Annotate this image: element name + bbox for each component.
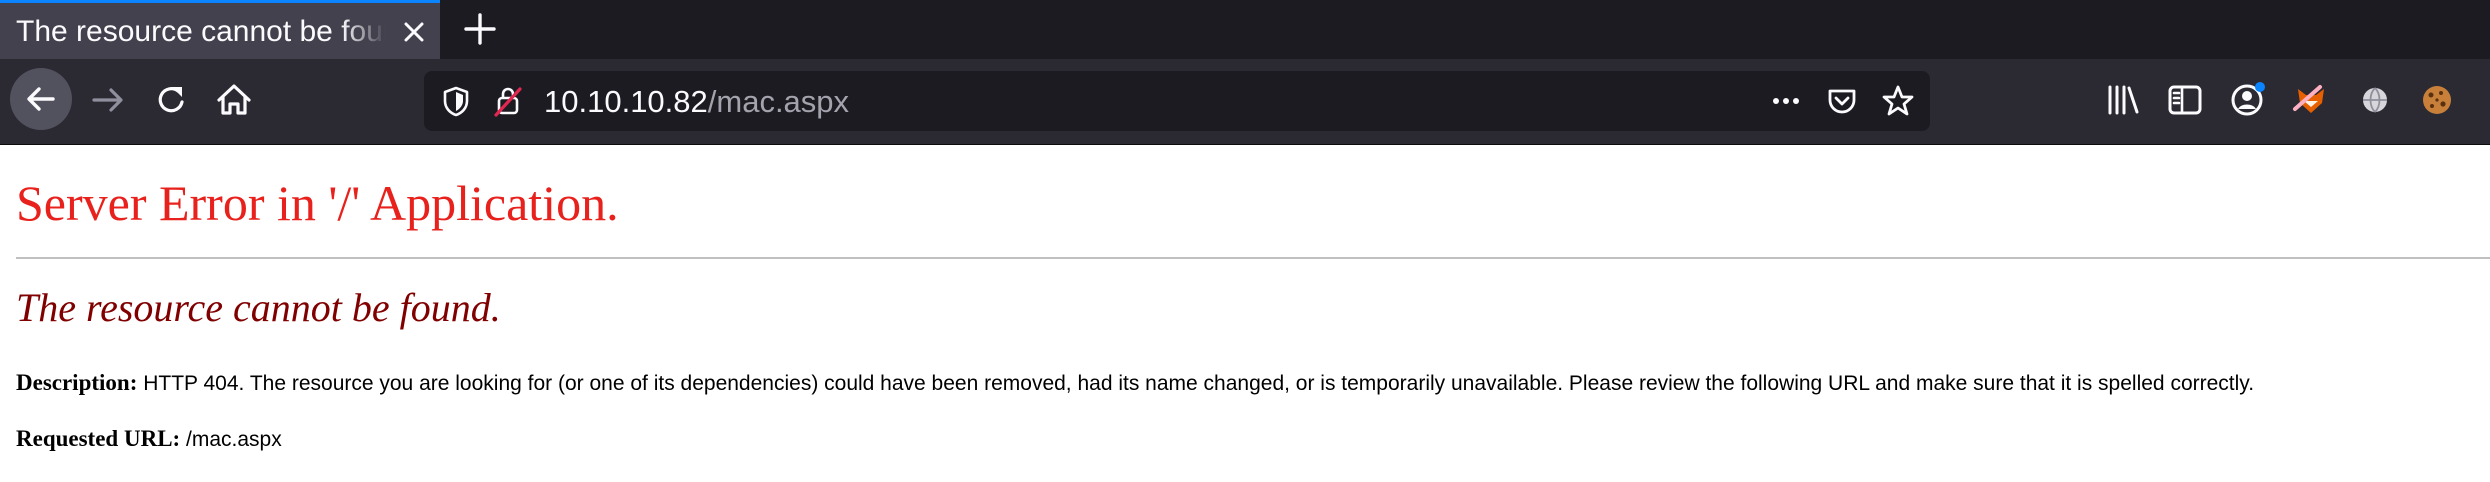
description-text: HTTP 404. The resource you are looking f… — [137, 372, 2255, 395]
tab-title: The resource cannot be found. — [16, 15, 386, 48]
reload-button[interactable] — [148, 76, 196, 124]
requested-url-label: Requested URL: — [16, 426, 181, 451]
globe-extension-icon[interactable] — [2354, 79, 2396, 121]
cookie-extension-icon[interactable] — [2416, 79, 2458, 121]
url-host: 10.10.10.82 — [544, 84, 708, 119]
fox-extension-icon[interactable] — [2290, 79, 2332, 121]
tab-active[interactable]: The resource cannot be found. — [0, 0, 440, 59]
forward-button[interactable] — [84, 76, 132, 124]
more-horizontal-icon[interactable] — [1768, 83, 1804, 119]
url-text[interactable]: 10.10.10.82/mac.aspx — [544, 84, 849, 120]
pocket-icon[interactable] — [1824, 83, 1860, 119]
account-icon[interactable] — [2226, 79, 2268, 121]
browser-window: The resource cannot be found. 10.10.10.8… — [0, 0, 2490, 482]
url-path: /mac.aspx — [707, 84, 850, 119]
requested-url-value: /mac.aspx — [180, 428, 282, 451]
requested-url-line: Requested URL: /mac.aspx — [16, 425, 282, 454]
shield-icon[interactable] — [438, 83, 474, 119]
arrow-left-icon — [27, 87, 55, 111]
tab-strip: The resource cannot be found. — [0, 0, 2490, 59]
back-button[interactable] — [10, 68, 72, 130]
page-content: Server Error in '/' Application. The res… — [0, 145, 2490, 482]
divider — [16, 257, 2490, 259]
server-error-heading: Server Error in '/' Application. — [16, 175, 619, 231]
url-bar[interactable]: 10.10.10.82/mac.aspx — [424, 71, 1930, 131]
description-label: Description: — [16, 370, 138, 395]
reload-icon — [158, 87, 184, 113]
lock-strikethrough-icon[interactable] — [490, 83, 526, 119]
close-icon[interactable] — [398, 16, 430, 48]
sidebar-icon[interactable] — [2164, 79, 2206, 121]
library-icon[interactable] — [2102, 79, 2144, 121]
navigation-toolbar: 10.10.10.82/mac.aspx — [0, 59, 2490, 145]
star-icon[interactable] — [1880, 83, 1916, 119]
description-line: Description: HTTP 404. The resource you … — [16, 369, 2254, 398]
home-button[interactable] — [210, 76, 258, 124]
error-subheading: The resource cannot be found. — [16, 285, 501, 330]
home-icon — [217, 84, 251, 115]
arrow-right-icon — [92, 88, 123, 112]
plus-icon[interactable] — [460, 9, 500, 49]
